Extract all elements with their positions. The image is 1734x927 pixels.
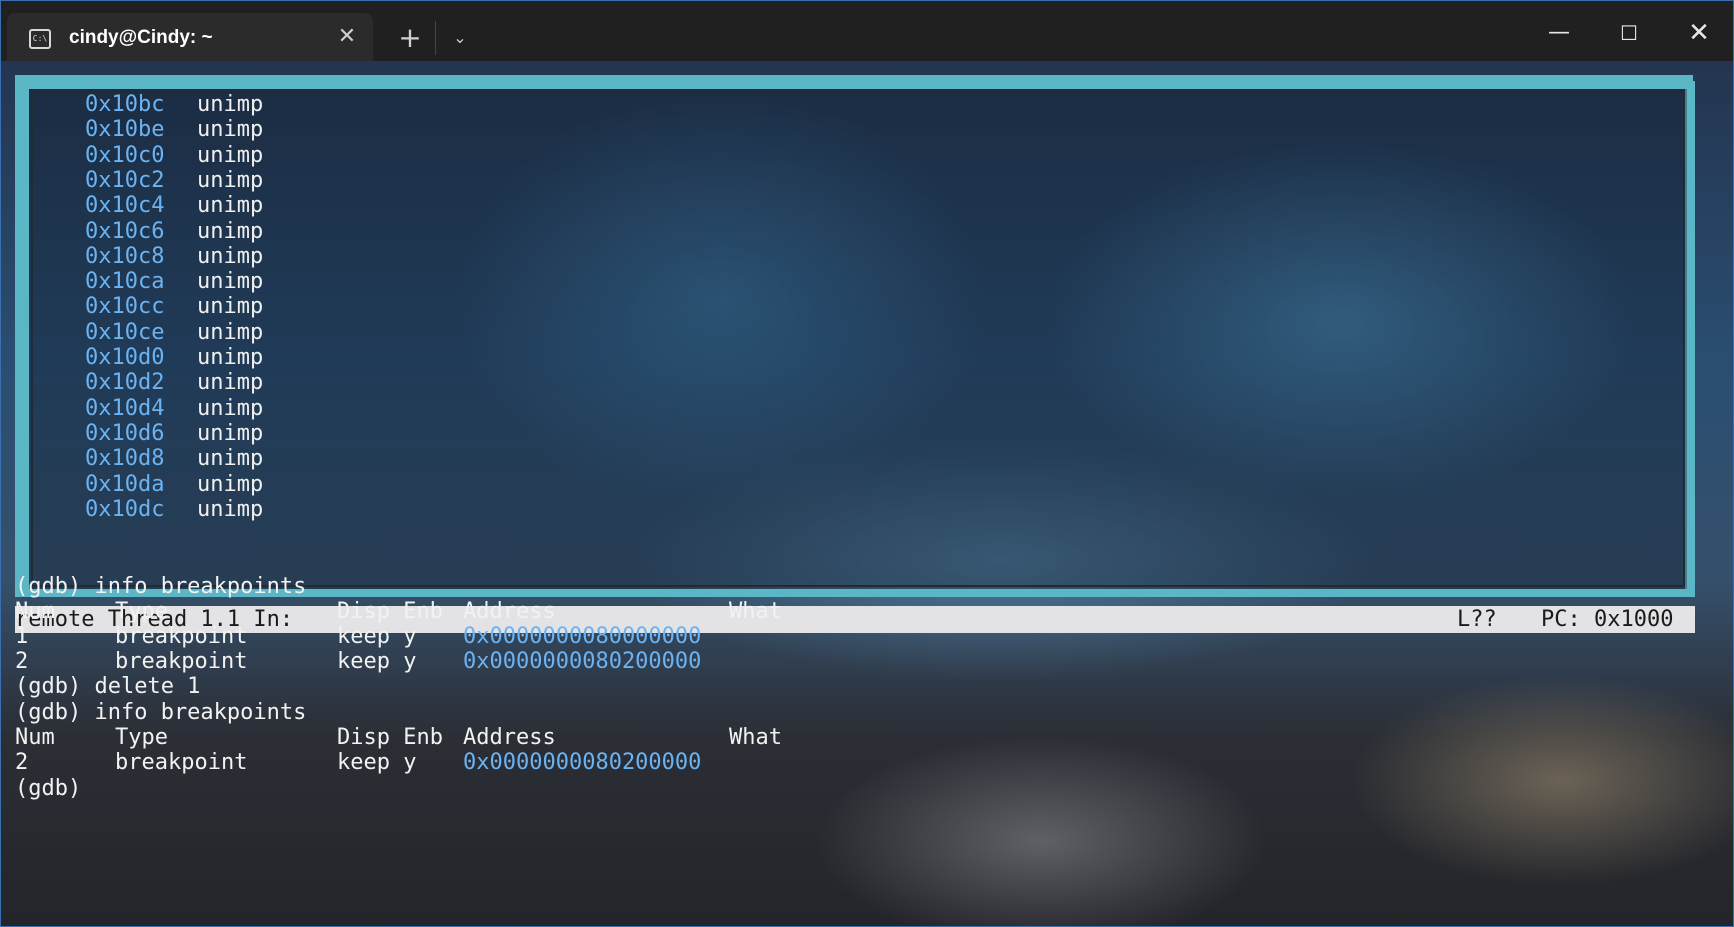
bp-disp: keep y — [337, 750, 417, 775]
status-pc: PC: 0x1000 — [1541, 607, 1674, 632]
close-tab-icon[interactable]: ✕ — [333, 23, 361, 51]
asm-row: 0x10bc unimp — [85, 91, 263, 119]
tab-divider — [435, 21, 436, 55]
asm-address: 0x10cc — [85, 294, 165, 320]
asm-instruction: unimp — [197, 370, 264, 396]
maximize-button[interactable]: ☐ — [1599, 11, 1659, 55]
asm-instruction: unimp — [197, 446, 264, 472]
bp-address: 0x0000000080200000 — [463, 649, 702, 674]
bp-disp: keep y — [337, 649, 417, 674]
new-tab-button[interactable]: + — [393, 23, 427, 53]
asm-instruction: unimp — [197, 269, 264, 295]
header-disp-enb: Disp Enb — [337, 725, 443, 750]
asm-row: 0x10dc unimp — [85, 496, 263, 524]
asm-instruction: unimp — [197, 420, 264, 446]
chevron-down-icon[interactable]: ⌄ — [445, 23, 475, 53]
console-line: (gdb) delete 1 — [15, 674, 201, 699]
asm-row: 0x10d0 unimp — [85, 344, 263, 372]
asm-instruction: unimp — [197, 167, 264, 193]
asm-row: 0x10d8 unimp — [85, 445, 263, 473]
asm-row: 0x10d6 unimp — [85, 420, 263, 448]
asm-address: 0x10d8 — [85, 446, 165, 472]
bp-type: breakpoint — [115, 649, 248, 674]
bp-disp: keep y — [337, 624, 417, 649]
tab-title: cindy@Cindy: ~ — [69, 27, 213, 48]
asm-address: 0x10d6 — [85, 420, 165, 446]
header-num: Num — [15, 599, 55, 624]
asm-instruction: unimp — [197, 496, 264, 522]
close-window-button[interactable]: ✕ — [1669, 11, 1729, 55]
asm-address: 0x10d4 — [85, 395, 165, 421]
asm-address: 0x10c0 — [85, 142, 165, 168]
asm-address: 0x10d2 — [85, 370, 165, 396]
status-line: L?? — [1457, 607, 1497, 632]
asm-row: 0x10d4 unimp — [85, 395, 263, 423]
bp-num: 1 — [15, 624, 29, 649]
asm-address: 0x10d0 — [85, 345, 165, 370]
bp-table-row: 2 breakpoint keep y 0x0000000080200000 — [15, 648, 701, 676]
bp-table-header: Num Type Disp Enb Address What — [15, 598, 782, 626]
header-type: Type — [115, 725, 168, 750]
asm-instruction: unimp — [197, 142, 264, 168]
asm-address: 0x10dc — [85, 496, 165, 522]
asm-address: 0x10bc — [85, 92, 165, 117]
asm-row: 0x10be unimp — [85, 116, 263, 144]
bp-num: 2 — [15, 750, 29, 775]
asm-address: 0x10da — [85, 471, 165, 497]
header-address: Address — [463, 599, 556, 624]
header-address: Address — [463, 725, 556, 750]
terminal-window: C:\ cindy@Cindy: ~ ✕ + ⌄ — ☐ ✕ 0x10bc uni… — [0, 0, 1734, 927]
bp-type: breakpoint — [115, 750, 248, 775]
bp-type: breakpoint — [115, 624, 248, 649]
header-disp-enb: Disp Enb — [337, 599, 443, 624]
header-what: What — [729, 599, 782, 624]
asm-instruction: unimp — [197, 243, 264, 269]
asm-address: 0x10c6 — [85, 218, 165, 244]
gdb-prompt[interactable]: (gdb) — [15, 775, 81, 803]
bp-num: 2 — [15, 649, 29, 674]
asm-row: 0x10c6 unimp — [85, 218, 263, 246]
header-num: Num — [15, 725, 55, 750]
bp-table-header: Num Type Disp Enb Address What — [15, 724, 782, 752]
asm-row: 0x10d2 unimp — [85, 369, 263, 397]
asm-row: 0x10da unimp — [85, 471, 263, 499]
asm-row: 0x10c4 unimp — [85, 192, 263, 220]
asm-row: 0x10cc unimp — [85, 293, 263, 321]
minimize-button[interactable]: — — [1529, 11, 1589, 55]
asm-address: 0x10ca — [85, 269, 165, 295]
header-what: What — [729, 725, 782, 750]
tui-status-bar: remote Thread 1.1 In: L?? PC: 0x1000 — [15, 606, 1695, 633]
asm-row: 0x10ca unimp — [85, 268, 263, 296]
terminal-pane[interactable]: 0x10bc unimp 0x10be unimp 0x10c0 unimp 0x10c2 u… — [1, 61, 1733, 926]
asm-instruction: unimp — [197, 117, 264, 143]
bp-address: 0x0000000080000000 — [463, 624, 702, 649]
header-type: Type — [115, 599, 168, 624]
terminal-tab[interactable]: C:\ cindy@Cindy: ~ ✕ — [7, 13, 373, 64]
console-line: (gdb) info breakpoints — [15, 700, 307, 725]
terminal-icon: C:\ — [29, 29, 51, 49]
console-line: (gdb) info breakpoints — [15, 574, 307, 599]
asm-address: 0x10c2 — [85, 167, 165, 193]
bp-table-row: 2 breakpoint keep y 0x0000000080200000 — [15, 749, 701, 777]
asm-instruction: unimp — [197, 319, 264, 345]
asm-window — [21, 81, 1695, 597]
asm-row: 0x10c8 unimp — [85, 243, 263, 271]
asm-instruction: unimp — [197, 193, 264, 219]
asm-address: 0x10c8 — [85, 243, 165, 269]
asm-address: 0x10ce — [85, 319, 165, 345]
asm-row: 0x10c2 unimp — [85, 167, 263, 195]
bp-address: 0x0000000080200000 — [463, 750, 702, 775]
asm-instruction: unimp — [197, 218, 264, 244]
asm-instruction: unimp — [197, 92, 264, 117]
asm-address: 0x10c4 — [85, 193, 165, 219]
asm-instruction: unimp — [197, 294, 264, 320]
asm-row: 0x10c0 unimp — [85, 142, 263, 170]
asm-instruction: unimp — [197, 395, 264, 421]
bp-table-row: 1 breakpoint keep y 0x0000000080000000 — [15, 623, 701, 651]
asm-instruction: unimp — [197, 471, 264, 497]
asm-row: 0x10ce unimp — [85, 319, 263, 347]
asm-address: 0x10be — [85, 117, 165, 143]
asm-instruction: unimp — [197, 345, 264, 370]
